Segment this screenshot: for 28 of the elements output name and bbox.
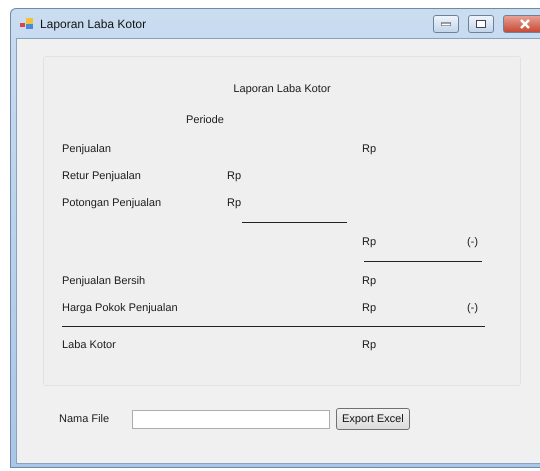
- line-label: Penjualan Bersih: [62, 274, 146, 286]
- line-label: Laba Kotor: [62, 338, 117, 350]
- currency-label: Rp: [362, 302, 378, 314]
- report-title: Laporan Laba Kotor: [232, 82, 332, 97]
- currency-label: Rp: [227, 196, 242, 208]
- close-icon: [519, 18, 531, 28]
- minimize-button[interactable]: [433, 14, 459, 32]
- file-name-field[interactable]: [132, 410, 330, 428]
- line-label: Penjualan: [62, 142, 112, 154]
- line-label: Harga Pokok Penjualan: [62, 302, 179, 314]
- file-name-label: Nama File: [59, 413, 110, 425]
- subtract-mark: (-): [467, 302, 479, 314]
- minimize-icon: [441, 22, 451, 26]
- maximize-button[interactable]: [468, 14, 494, 32]
- currency-label: Rp: [362, 274, 378, 286]
- period-label: Periode: [186, 114, 224, 126]
- subtract-mark: (-): [467, 236, 479, 248]
- export-excel-button[interactable]: Export Excel: [336, 408, 410, 430]
- line-label: Retur Penjualan: [62, 170, 142, 182]
- line-label: Potongan Penjualan: [62, 196, 162, 208]
- currency-label: Rp: [362, 236, 378, 248]
- window-title: Laporan Laba Kotor: [40, 16, 148, 30]
- close-button[interactable]: [503, 14, 540, 32]
- app-icon: [20, 18, 34, 30]
- currency-label: Rp: [362, 338, 378, 350]
- maximize-icon: [476, 20, 486, 28]
- currency-label: Rp: [362, 142, 378, 154]
- currency-label: Rp: [227, 170, 242, 182]
